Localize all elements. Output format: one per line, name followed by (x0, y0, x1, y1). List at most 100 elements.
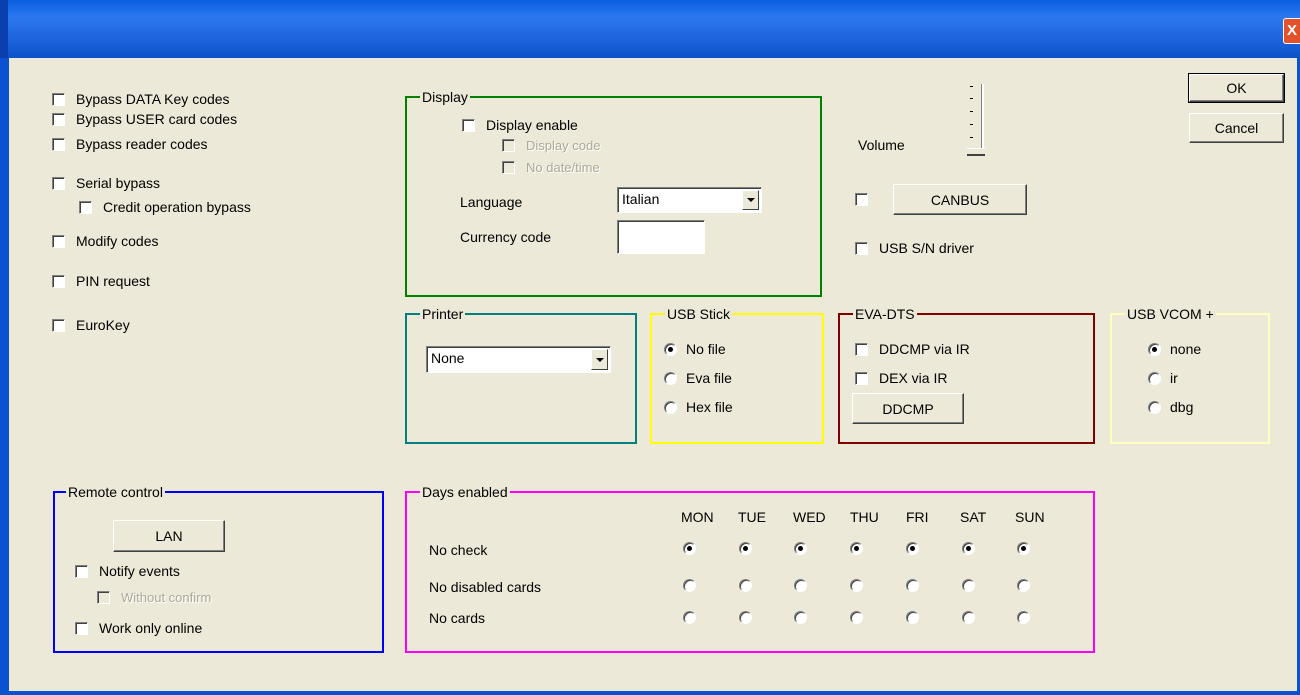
language-dropdown[interactable]: Italian (617, 187, 762, 213)
days-radio-sun-no-cards[interactable] (1017, 611, 1030, 624)
display-enable-checkbox[interactable]: Display enable (462, 117, 578, 133)
days-radio-sat-no-cards[interactable] (962, 611, 975, 624)
days-radio-mon-no-check[interactable] (683, 542, 696, 555)
checkbox-box[interactable] (79, 200, 92, 214)
usb-sn-driver-checkbox[interactable]: USB S/N driver (855, 240, 974, 256)
days-radio-mon-no-disabled-cards[interactable] (683, 579, 696, 592)
eva-dts-group-label: EVA-DTS (853, 306, 917, 322)
volume-slider[interactable] (966, 84, 986, 156)
checkbox-label: Without confirm (121, 590, 212, 605)
serial-bypass-checkbox[interactable]: Serial bypass (52, 175, 160, 191)
chevron-down-icon[interactable] (591, 349, 608, 370)
language-label: Language (460, 194, 523, 210)
days-radio-tue-no-disabled-cards[interactable] (739, 579, 752, 592)
checkbox-label: PIN request (76, 273, 150, 289)
pin-request-checkbox[interactable]: PIN request (52, 273, 150, 289)
radio-button[interactable] (664, 342, 677, 356)
radio-button[interactable] (1148, 371, 1161, 385)
row-label-no-check: No check (429, 542, 488, 558)
checkbox-box[interactable] (855, 342, 868, 356)
ddcmp-via-ir-checkbox[interactable]: DDCMP via IR (855, 341, 970, 357)
notify-events-checkbox[interactable]: Notify events (75, 563, 180, 579)
checkbox-box[interactable] (52, 176, 65, 190)
days-radio-fri-no-cards[interactable] (906, 611, 919, 624)
radio-button[interactable] (664, 400, 677, 414)
days-radio-tue-no-cards[interactable] (739, 611, 752, 624)
slider-tick (970, 137, 973, 138)
checkbox-box[interactable] (52, 318, 65, 332)
checkbox-label: USB S/N driver (879, 240, 974, 256)
ok-button[interactable]: OK (1188, 73, 1285, 103)
display-code-checkbox: Display code (502, 138, 600, 153)
checkbox-label: Bypass DATA Key codes (76, 91, 230, 107)
chevron-down-icon[interactable] (742, 190, 759, 210)
days-radio-thu-no-check[interactable] (850, 542, 863, 555)
days-radio-wed-no-disabled-cards[interactable] (794, 579, 807, 592)
days-radio-mon-no-cards[interactable] (683, 611, 696, 624)
checkbox-box[interactable] (855, 193, 868, 206)
days-radio-sat-no-check[interactable] (962, 542, 975, 555)
radio-label: No file (686, 341, 726, 357)
usb-vcom-group-label: USB VCOM + (1125, 306, 1216, 322)
checkbox-box[interactable] (52, 234, 65, 248)
usb-stick-no-file-radio[interactable]: No file (664, 341, 726, 357)
canbus-button[interactable]: CANBUS (893, 184, 1027, 215)
days-radio-wed-no-cards[interactable] (794, 611, 807, 624)
days-radio-fri-no-disabled-cards[interactable] (906, 579, 919, 592)
cancel-button[interactable]: Cancel (1189, 113, 1284, 143)
bypass-reader-checkbox[interactable]: Bypass reader codes (52, 136, 208, 152)
checkbox-box[interactable] (52, 274, 65, 288)
slider-thumb[interactable] (967, 148, 985, 156)
usb-stick-group-label: USB Stick (665, 306, 733, 322)
checkbox-box[interactable] (462, 118, 475, 132)
work-only-online-checkbox[interactable]: Work only online (75, 620, 202, 636)
days-radio-thu-no-disabled-cards[interactable] (850, 579, 863, 592)
checkbox-box[interactable] (75, 564, 88, 578)
days-radio-tue-no-check[interactable] (739, 542, 752, 555)
window-frame-left-top (0, 0, 8, 58)
usb-stick-hex-file-radio[interactable]: Hex file (664, 399, 733, 415)
days-radio-wed-no-check[interactable] (794, 542, 807, 555)
day-header-mon: MON (681, 509, 714, 525)
usb-vcom-none-radio[interactable]: none (1148, 341, 1201, 357)
checkbox-box[interactable] (855, 241, 868, 255)
slider-tick (970, 86, 973, 87)
close-button[interactable]: X (1283, 18, 1300, 44)
checkbox-box[interactable] (75, 621, 88, 635)
dex-via-ir-checkbox[interactable]: DEX via IR (855, 370, 947, 386)
usb-vcom-dbg-radio[interactable]: dbg (1148, 399, 1193, 415)
radio-button[interactable] (1148, 342, 1161, 356)
radio-button[interactable] (664, 371, 677, 385)
days-radio-fri-no-check[interactable] (906, 542, 919, 555)
printer-dropdown[interactable]: None (426, 346, 611, 373)
lan-button[interactable]: LAN (113, 520, 225, 552)
usb-vcom-group (1110, 313, 1270, 444)
checkbox-label: Credit operation bypass (103, 199, 251, 215)
eurokey-checkbox[interactable]: EuroKey (52, 317, 130, 333)
days-radio-thu-no-cards[interactable] (850, 611, 863, 624)
modify-codes-checkbox[interactable]: Modify codes (52, 233, 158, 249)
bypass-data-key-checkbox[interactable]: Bypass DATA Key codes (52, 91, 230, 107)
currency-code-label: Currency code (460, 229, 552, 245)
radio-button[interactable] (1148, 400, 1161, 414)
checkbox-label: DEX via IR (879, 370, 948, 386)
printer-group (405, 313, 637, 444)
usb-stick-eva-file-radio[interactable]: Eva file (664, 370, 732, 386)
checkbox-label: Modify codes (76, 233, 159, 249)
checkbox-label: Display code (526, 138, 601, 153)
days-radio-sun-no-check[interactable] (1017, 542, 1030, 555)
canbus-checkbox[interactable] (855, 193, 879, 206)
ddcmp-button[interactable]: DDCMP (852, 393, 964, 424)
usb-vcom-ir-radio[interactable]: ir (1148, 370, 1178, 386)
days-radio-sun-no-disabled-cards[interactable] (1017, 579, 1030, 592)
checkbox-box[interactable] (52, 92, 65, 106)
checkbox-box[interactable] (52, 112, 65, 126)
checkbox-box[interactable] (52, 137, 65, 151)
days-radio-sat-no-disabled-cards[interactable] (962, 579, 975, 592)
bypass-user-card-checkbox[interactable]: Bypass USER card codes (52, 111, 237, 127)
checkbox-box (97, 591, 110, 604)
checkbox-label: Bypass reader codes (76, 136, 208, 152)
credit-operation-bypass-checkbox[interactable]: Credit operation bypass (79, 199, 251, 215)
checkbox-box[interactable] (855, 371, 868, 385)
currency-code-input[interactable] (617, 220, 705, 254)
